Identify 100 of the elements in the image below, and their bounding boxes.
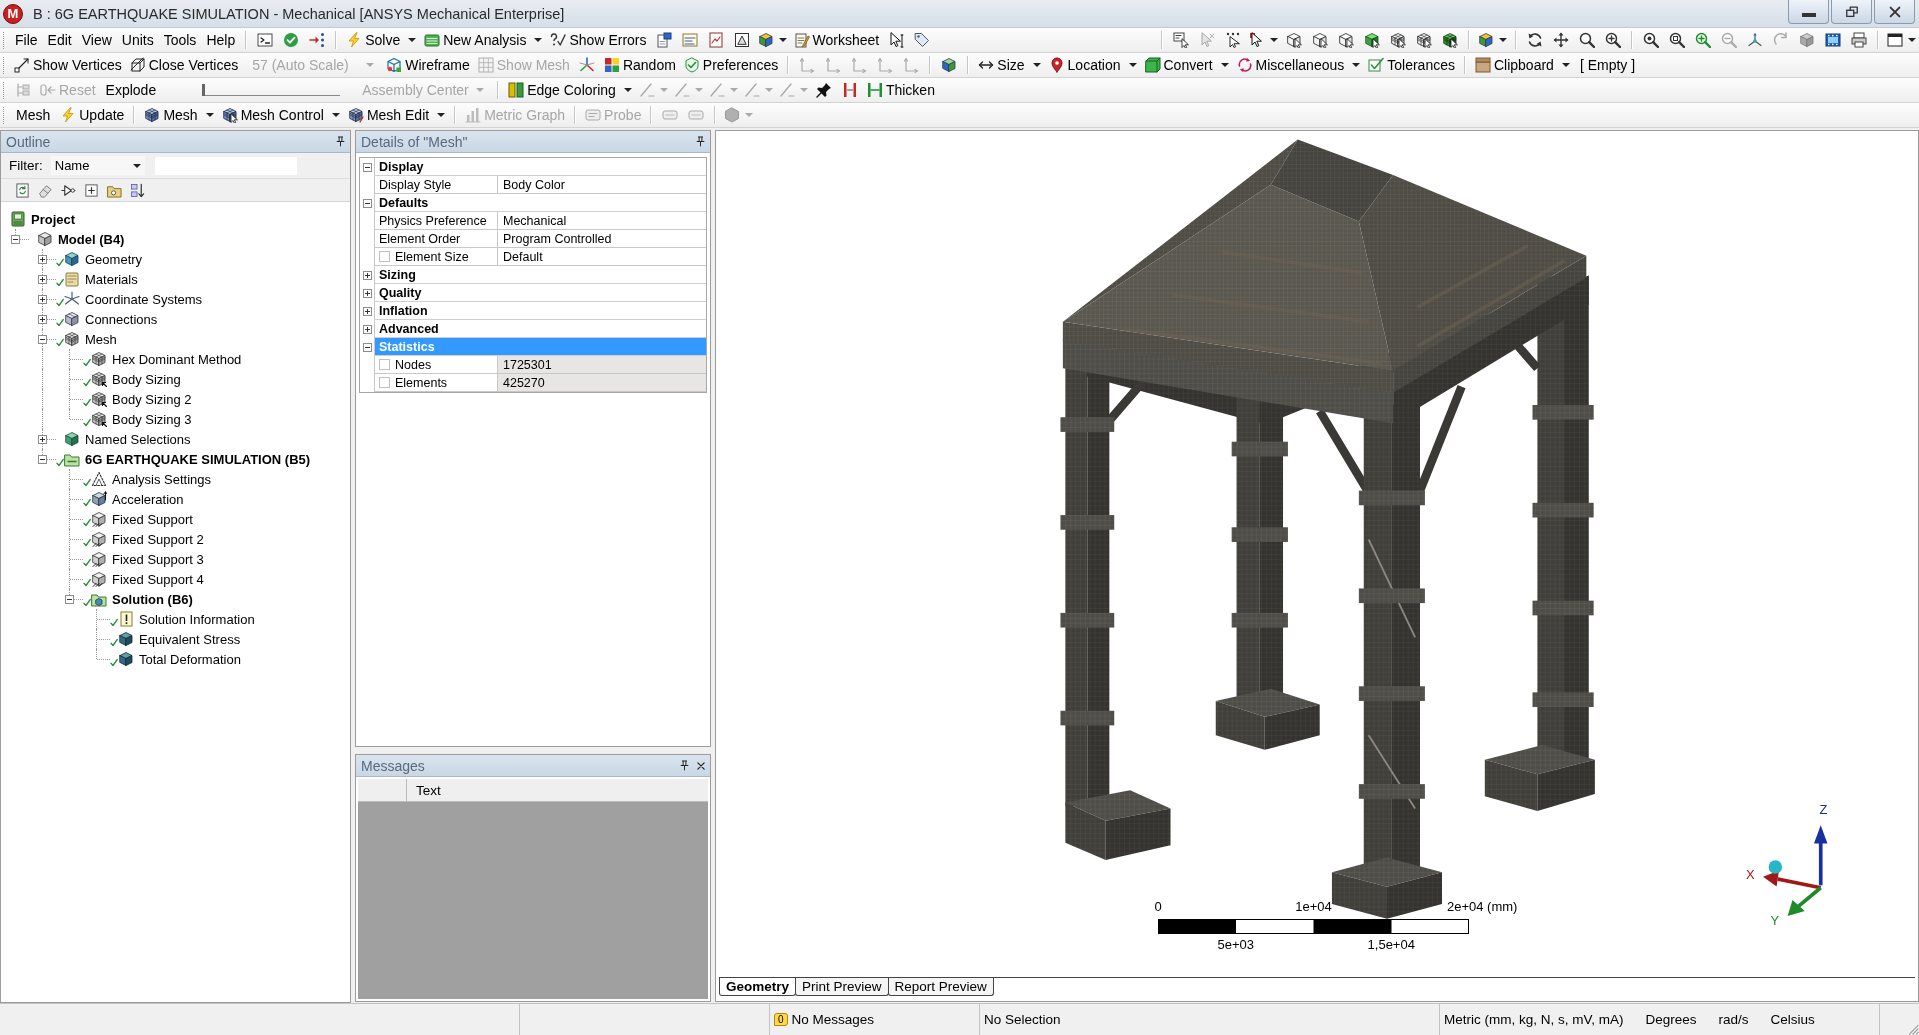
cube-cursor-icon[interactable] bbox=[1338, 32, 1354, 48]
expander-toggle[interactable] bbox=[362, 198, 372, 208]
expander-toggle[interactable] bbox=[11, 234, 20, 244]
restore-button[interactable] bbox=[1831, 0, 1872, 24]
pin-icon[interactable] bbox=[335, 136, 346, 147]
chart-document-icon[interactable] bbox=[707, 32, 724, 48]
expander-toggle[interactable] bbox=[362, 342, 372, 352]
expander-toggle[interactable] bbox=[38, 254, 47, 264]
axes-icon[interactable] bbox=[1747, 32, 1763, 48]
property-value[interactable]: Mechanical bbox=[498, 212, 706, 230]
slider-thumb[interactable] bbox=[202, 84, 206, 96]
rotate-icon[interactable] bbox=[1527, 32, 1543, 48]
plus-box-icon[interactable] bbox=[84, 182, 99, 198]
sort-icon[interactable] bbox=[130, 182, 145, 198]
toolbar-button[interactable]: Random bbox=[599, 54, 680, 76]
dropdown-button[interactable]: Mesh Control bbox=[217, 104, 344, 126]
close-icon[interactable] bbox=[696, 760, 706, 771]
property-value[interactable]: Program Controlled bbox=[498, 230, 706, 248]
cursor-icon[interactable] bbox=[888, 32, 905, 48]
toolbar-button[interactable]: Worksheet bbox=[789, 29, 884, 51]
toolbar-button[interactable]: Show Errors bbox=[546, 29, 651, 51]
tree-item[interactable]: Fixed Support 3 bbox=[112, 551, 204, 567]
triangle-box-icon[interactable] bbox=[733, 32, 750, 48]
toolbar-button[interactable]: Close Vertices bbox=[125, 54, 243, 76]
grid-cube-cursor-icon[interactable] bbox=[1442, 32, 1458, 48]
dropdown-button[interactable]: Solve bbox=[342, 29, 421, 51]
tree-item[interactable]: Solution (B6) bbox=[112, 591, 193, 607]
slider-track[interactable] bbox=[202, 84, 341, 96]
group-header[interactable]: Inflation bbox=[375, 302, 706, 320]
dropdown-button[interactable]: Location bbox=[1044, 54, 1141, 76]
zoom-icon[interactable] bbox=[1579, 32, 1595, 48]
menu-item[interactable]: Help bbox=[201, 30, 241, 50]
tag-icon[interactable] bbox=[914, 32, 931, 48]
grid-cube-cursor-icon[interactable] bbox=[1390, 32, 1406, 48]
grid-cube-cursor-icon[interactable] bbox=[1416, 32, 1432, 48]
toolbar-button[interactable]: Update bbox=[56, 104, 129, 126]
filter-dropdown[interactable]: Name bbox=[50, 156, 145, 175]
pan-icon[interactable] bbox=[1553, 32, 1569, 48]
menu-item[interactable]: File bbox=[10, 30, 43, 50]
menu-item[interactable]: Edit bbox=[42, 30, 77, 50]
expander-toggle[interactable] bbox=[38, 454, 47, 464]
expander-toggle[interactable] bbox=[362, 306, 372, 316]
expander-toggle[interactable] bbox=[38, 314, 47, 324]
tree-item[interactable]: Body Sizing 2 bbox=[112, 391, 192, 407]
view-tab[interactable]: Report Preview bbox=[887, 978, 994, 996]
group-header[interactable]: Quality bbox=[375, 284, 706, 302]
expander-toggle[interactable] bbox=[362, 288, 372, 298]
tree-item[interactable]: Total Deformation bbox=[139, 651, 241, 667]
property-value[interactable]: Body Color bbox=[498, 176, 706, 194]
document-flag-icon[interactable] bbox=[655, 32, 672, 48]
toolbar-button[interactable]: Show Vertices bbox=[10, 54, 126, 76]
tree-item[interactable]: Model (B4) bbox=[58, 231, 125, 247]
expander-toggle[interactable] bbox=[38, 274, 47, 284]
menu-item[interactable]: Tools bbox=[158, 30, 202, 50]
tree-item[interactable]: Body Sizing bbox=[112, 371, 181, 387]
printer-icon[interactable] bbox=[1851, 32, 1867, 48]
select-cursor-icon[interactable] bbox=[1173, 32, 1189, 48]
console-icon[interactable] bbox=[257, 32, 274, 48]
eraser-icon[interactable] bbox=[38, 182, 53, 198]
cursor-points-icon[interactable] bbox=[1225, 32, 1241, 48]
tree-item[interactable]: Fixed Support 2 bbox=[112, 531, 204, 547]
cube-cursor-icon[interactable] bbox=[1312, 32, 1328, 48]
toolbar-button[interactable]: Wireframe bbox=[382, 54, 474, 76]
tree-item[interactable]: Fixed Support 4 bbox=[112, 571, 204, 587]
expander-toggle[interactable] bbox=[38, 294, 47, 304]
arrow-dots-icon[interactable] bbox=[309, 32, 326, 48]
tree-item[interactable]: Acceleration bbox=[112, 491, 184, 507]
tree-item[interactable]: Mesh bbox=[85, 331, 117, 347]
tree-item[interactable]: Coordinate Systems bbox=[85, 291, 203, 307]
parameter-checkbox[interactable] bbox=[379, 251, 390, 262]
dropdown-button[interactable]: Size bbox=[974, 54, 1045, 76]
tree-item[interactable]: Materials bbox=[85, 271, 138, 287]
tree-item[interactable]: Named Selections bbox=[85, 431, 191, 447]
dropdown-button[interactable]: New Analysis bbox=[420, 29, 547, 51]
expander-toggle[interactable] bbox=[65, 594, 74, 604]
check-circle-icon[interactable] bbox=[283, 32, 300, 48]
group-header[interactable]: Defaults bbox=[375, 194, 706, 212]
toolbar-button[interactable]: Thicken bbox=[862, 79, 939, 101]
dropdown-button[interactable]: Mesh bbox=[140, 104, 218, 126]
zoom-fit-icon[interactable] bbox=[1643, 32, 1659, 48]
tree-item[interactable]: Solution Information bbox=[139, 611, 255, 627]
cube-cursor-icon[interactable] bbox=[1286, 32, 1302, 48]
menu-item[interactable]: View bbox=[76, 30, 117, 50]
pin-icon[interactable] bbox=[679, 760, 690, 771]
column-header[interactable]: Text bbox=[407, 779, 441, 801]
view-tab[interactable]: Geometry bbox=[719, 978, 797, 996]
bars-icon[interactable] bbox=[841, 82, 858, 98]
dropdown-button[interactable]: Miscellaneous bbox=[1232, 54, 1365, 76]
toolbar-button[interactable]: Preferences bbox=[679, 54, 783, 76]
refresh-icon[interactable] bbox=[15, 182, 30, 198]
tree-item[interactable]: 6G EARTHQUAKE SIMULATION (B5) bbox=[85, 451, 311, 467]
dropdown-button[interactable]: Convert bbox=[1140, 54, 1233, 76]
dropdown-button[interactable]: Edge Coloring bbox=[504, 79, 636, 101]
view-tab[interactable]: Print Preview bbox=[795, 978, 889, 996]
tree-item[interactable]: Equivalent Stress bbox=[139, 631, 241, 647]
axes-icon[interactable] bbox=[578, 57, 595, 73]
menu-item[interactable]: Units bbox=[116, 30, 159, 50]
tree-item[interactable]: Body Sizing 3 bbox=[112, 411, 192, 427]
pushpin-icon[interactable] bbox=[815, 82, 832, 98]
cube-cursor-icon[interactable] bbox=[1364, 32, 1380, 48]
